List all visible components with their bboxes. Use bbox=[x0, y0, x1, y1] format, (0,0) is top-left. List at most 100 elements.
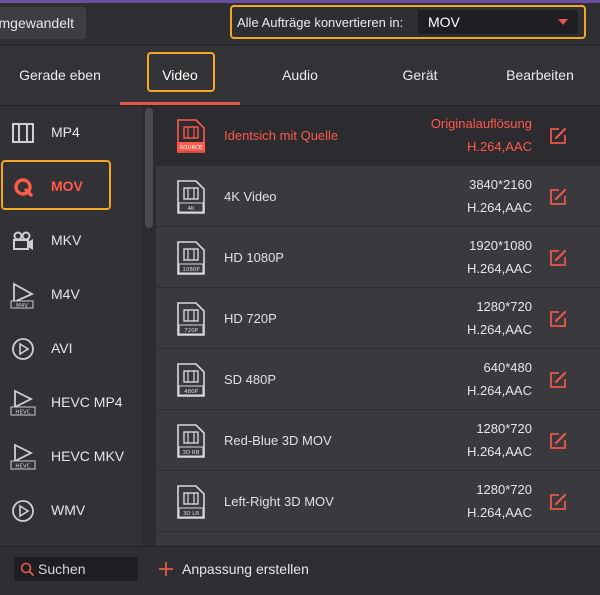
edit-icon[interactable] bbox=[548, 126, 568, 146]
top-bar: Umgewandelt Alle Aufträge konvertieren i… bbox=[0, 3, 600, 45]
video-file-icon: 3D RB bbox=[177, 424, 205, 458]
convert-all-dropdown[interactable]: MOV bbox=[418, 10, 578, 34]
format-category-tabs: Gerade eben Video Audio Gerät Bearbeiten bbox=[0, 46, 600, 106]
preset-resolution: 640*480 bbox=[483, 360, 532, 375]
sidebar-item-wmv[interactable]: WMV bbox=[0, 484, 142, 538]
sidebar-item-label: AVI bbox=[51, 340, 73, 356]
sidebar-item-avi[interactable]: AVI bbox=[0, 322, 142, 376]
preset-name: Red-Blue 3D MOV bbox=[224, 433, 332, 448]
preset-row[interactable]: 4K 4K Video 3840*2160 H.264,AAC bbox=[156, 167, 600, 227]
tab-label: Gerät bbox=[402, 67, 438, 83]
svg-text:HEVC: HEVC bbox=[15, 464, 30, 470]
preset-badge: 480P bbox=[184, 389, 198, 395]
sidebar-item-label: WMV bbox=[51, 502, 86, 518]
preset-list: SOURCE Identsich mit Quelle Originalaufl… bbox=[156, 106, 600, 546]
preset-row[interactable]: SOURCE Identsich mit Quelle Originalaufl… bbox=[156, 106, 600, 166]
edit-icon[interactable] bbox=[548, 248, 568, 268]
preset-row[interactable]: 3D RB Red-Blue 3D MOV 1280*720 H.264,AAC bbox=[156, 411, 600, 471]
edit-icon[interactable] bbox=[548, 370, 568, 390]
preset-codec: H.264,AAC bbox=[466, 322, 532, 337]
preset-name: SD 480P bbox=[224, 372, 277, 387]
preset-codec: H.264,AAC bbox=[466, 383, 532, 398]
tab-label: Audio bbox=[282, 67, 318, 83]
svg-text:HEVC: HEVC bbox=[15, 410, 30, 416]
hevc-icon: HEVC bbox=[10, 389, 36, 416]
preset-row[interactable]: 1080P HD 1080P 1920*1080 H.264,AAC bbox=[156, 228, 600, 288]
video-tab-highlight bbox=[147, 52, 215, 92]
search-box[interactable] bbox=[14, 557, 138, 581]
tab-label: Bearbeiten bbox=[506, 67, 574, 83]
preset-badge: 720P bbox=[184, 328, 198, 334]
create-custom-label: Anpassung erstellen bbox=[182, 561, 309, 577]
preset-row[interactable]: 720P HD 720P 1280*720 H.264,AAC bbox=[156, 289, 600, 349]
sidebar-scrollbar[interactable] bbox=[142, 106, 156, 546]
tab-recent[interactable]: Gerade eben bbox=[0, 46, 120, 105]
video-file-icon: 3D LR bbox=[177, 485, 205, 519]
sidebar-item-hevc-mkv[interactable]: HEVC HEVC MKV bbox=[0, 430, 142, 484]
sidebar-item-label: MP4 bbox=[51, 124, 80, 140]
source-file-icon: SOURCE bbox=[177, 119, 205, 153]
preset-codec: H.264,AAC bbox=[466, 139, 532, 154]
camera-icon bbox=[13, 231, 33, 250]
edit-icon[interactable] bbox=[548, 187, 568, 207]
preset-name: Identsich mit Quelle bbox=[224, 128, 339, 143]
tab-device[interactable]: Gerät bbox=[360, 46, 480, 105]
preset-resolution: 1280*720 bbox=[476, 482, 532, 497]
play-circle-icon bbox=[12, 338, 34, 360]
convert-all-control: Alle Aufträge konvertieren in: MOV bbox=[230, 5, 586, 39]
film-strip-icon bbox=[12, 123, 34, 143]
video-file-icon: 720P bbox=[177, 302, 205, 336]
search-input[interactable] bbox=[38, 560, 134, 578]
tab-audio[interactable]: Audio bbox=[240, 46, 360, 105]
preset-row[interactable]: 480P SD 480P 640*480 H.264,AAC bbox=[156, 350, 600, 410]
preset-name: 4K Video bbox=[224, 189, 277, 204]
converted-tab[interactable]: Umgewandelt bbox=[0, 7, 86, 39]
active-tab-underline bbox=[120, 102, 240, 105]
hevc-icon: HEVC bbox=[10, 443, 36, 470]
convert-all-label: Alle Aufträge konvertieren in: bbox=[237, 15, 404, 30]
plus-icon bbox=[159, 562, 173, 576]
sidebar-item-m4v[interactable]: M4V M4V bbox=[0, 268, 142, 322]
preset-resolution: 3840*2160 bbox=[469, 177, 532, 192]
mov-highlight bbox=[1, 160, 111, 210]
play-circle-icon bbox=[12, 500, 34, 522]
sidebar-item-label: HEVC MKV bbox=[51, 448, 125, 464]
sidebar-item-label: MKV bbox=[51, 232, 82, 248]
edit-icon[interactable] bbox=[548, 431, 568, 451]
converted-tab-label: Umgewandelt bbox=[0, 15, 74, 31]
preset-badge: 1080P bbox=[182, 267, 200, 273]
preset-badge: 3D RB bbox=[182, 450, 199, 456]
search-icon bbox=[20, 562, 34, 576]
sidebar-item-mp4[interactable]: MP4 bbox=[0, 106, 142, 160]
edit-icon[interactable] bbox=[548, 309, 568, 329]
svg-text:M4V: M4V bbox=[16, 303, 28, 309]
sidebar-item-hevc-mp4[interactable]: HEVC HEVC MP4 bbox=[0, 376, 142, 430]
preset-codec: H.264,AAC bbox=[466, 444, 532, 459]
chevron-down-icon bbox=[558, 19, 568, 25]
video-file-icon: 4K bbox=[177, 180, 205, 214]
sidebar-scroll-thumb[interactable] bbox=[145, 108, 153, 228]
format-sidebar: MP4 MOV MKV M4V M4V AVI HEVC HEVC MP4 HE… bbox=[0, 106, 142, 546]
preset-name: HD 720P bbox=[224, 311, 277, 326]
video-file-icon: 480P bbox=[177, 363, 205, 397]
preset-name: Left-Right 3D MOV bbox=[224, 494, 334, 509]
preset-badge: 4K bbox=[187, 206, 194, 212]
preset-badge: SOURCE bbox=[180, 145, 203, 151]
preset-codec: H.264,AAC bbox=[466, 200, 532, 215]
sidebar-item-label: HEVC MP4 bbox=[51, 394, 123, 410]
sidebar-item-mkv[interactable]: MKV bbox=[0, 214, 142, 268]
preset-resolution: 1280*720 bbox=[476, 299, 532, 314]
tab-edit[interactable]: Bearbeiten bbox=[480, 46, 600, 105]
sidebar-item-label: M4V bbox=[51, 286, 80, 302]
preset-row[interactable]: 3D LR Left-Right 3D MOV 1280*720 H.264,A… bbox=[156, 472, 600, 532]
edit-icon[interactable] bbox=[548, 492, 568, 512]
convert-all-value: MOV bbox=[428, 14, 460, 30]
preset-name: HD 1080P bbox=[224, 250, 284, 265]
preset-codec: H.264,AAC bbox=[466, 505, 532, 520]
preset-badge: 3D LR bbox=[183, 511, 200, 517]
preset-resolution: 1280*720 bbox=[476, 421, 532, 436]
m4v-play-icon: M4V bbox=[10, 282, 35, 309]
tab-label: Gerade eben bbox=[19, 67, 101, 83]
preset-resolution: 1920*1080 bbox=[469, 238, 532, 253]
preset-resolution: Originalauflösung bbox=[430, 116, 532, 131]
